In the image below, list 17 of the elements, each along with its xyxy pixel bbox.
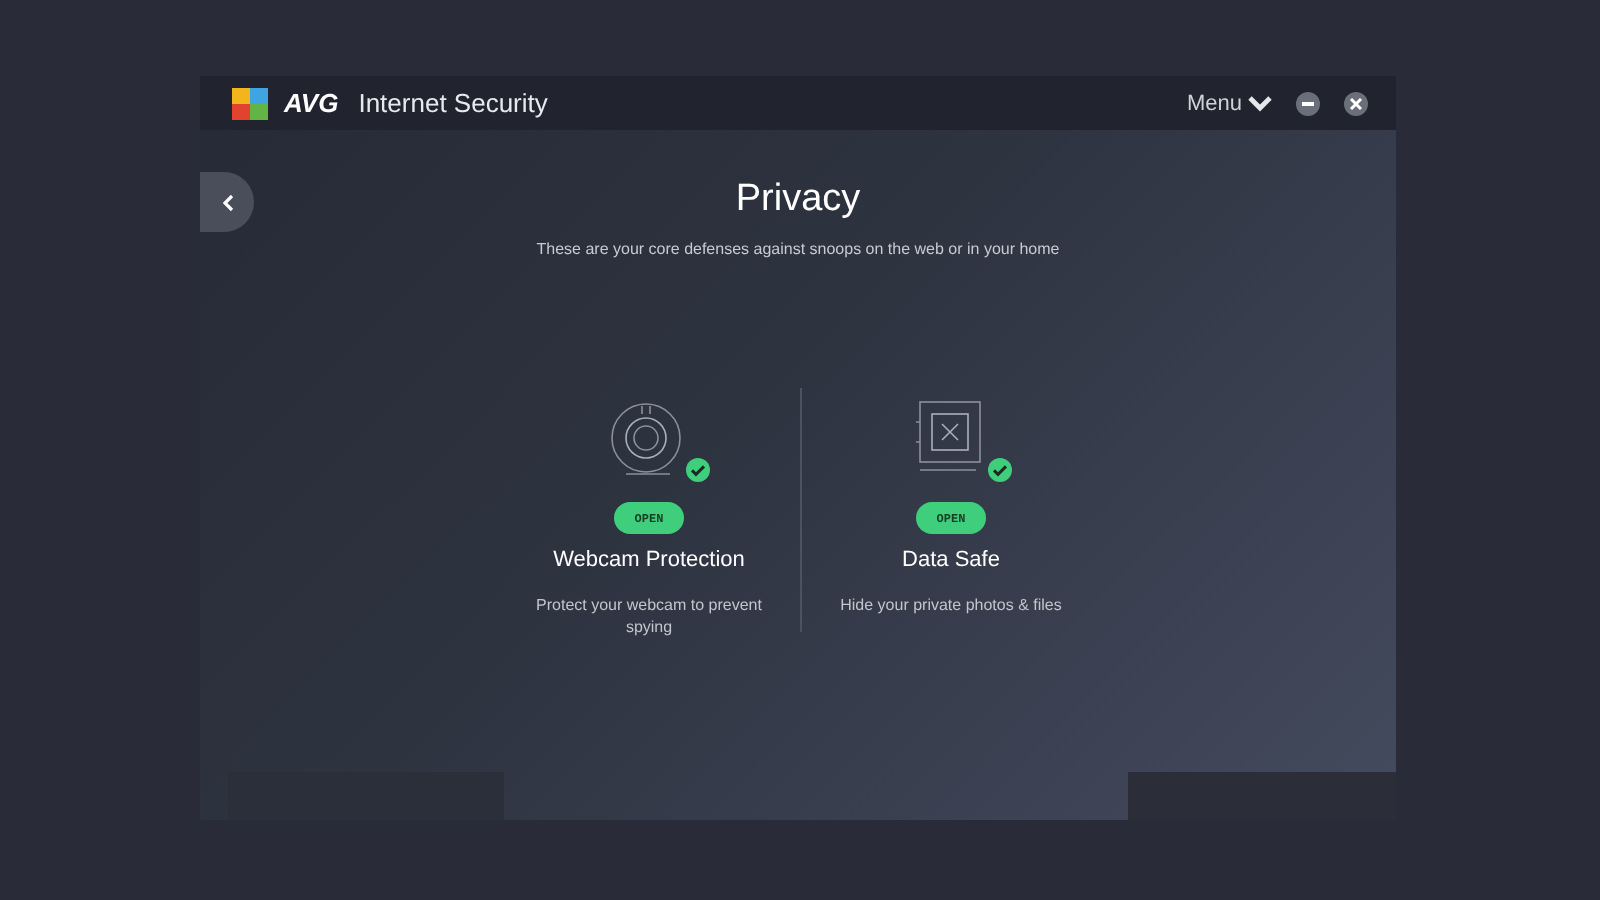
close-icon xyxy=(1350,97,1362,109)
chevron-icon xyxy=(1248,95,1272,111)
brand-name: AVG xyxy=(284,88,339,118)
app-title: Internet Security xyxy=(358,88,548,118)
feature-title: Data Safe xyxy=(902,548,1000,572)
close-button[interactable] xyxy=(1344,91,1368,115)
menu-button[interactable]: Menu xyxy=(1186,91,1272,115)
minus-icon xyxy=(1302,101,1314,105)
logo-icon xyxy=(232,87,272,119)
feature-description: Protect your webcam to prevent spying xyxy=(534,594,764,639)
chevron-left-icon xyxy=(221,193,233,211)
feature-title: Webcam Protection xyxy=(553,548,745,572)
page-title: Privacy xyxy=(735,178,861,222)
page-subtitle: These are your core defenses against snoops on the web or in your home xyxy=(536,240,1060,258)
minimize-button[interactable] xyxy=(1296,91,1320,115)
back-button[interactable] xyxy=(200,172,254,232)
feature-description: Hide your private photos & files xyxy=(838,594,1064,617)
